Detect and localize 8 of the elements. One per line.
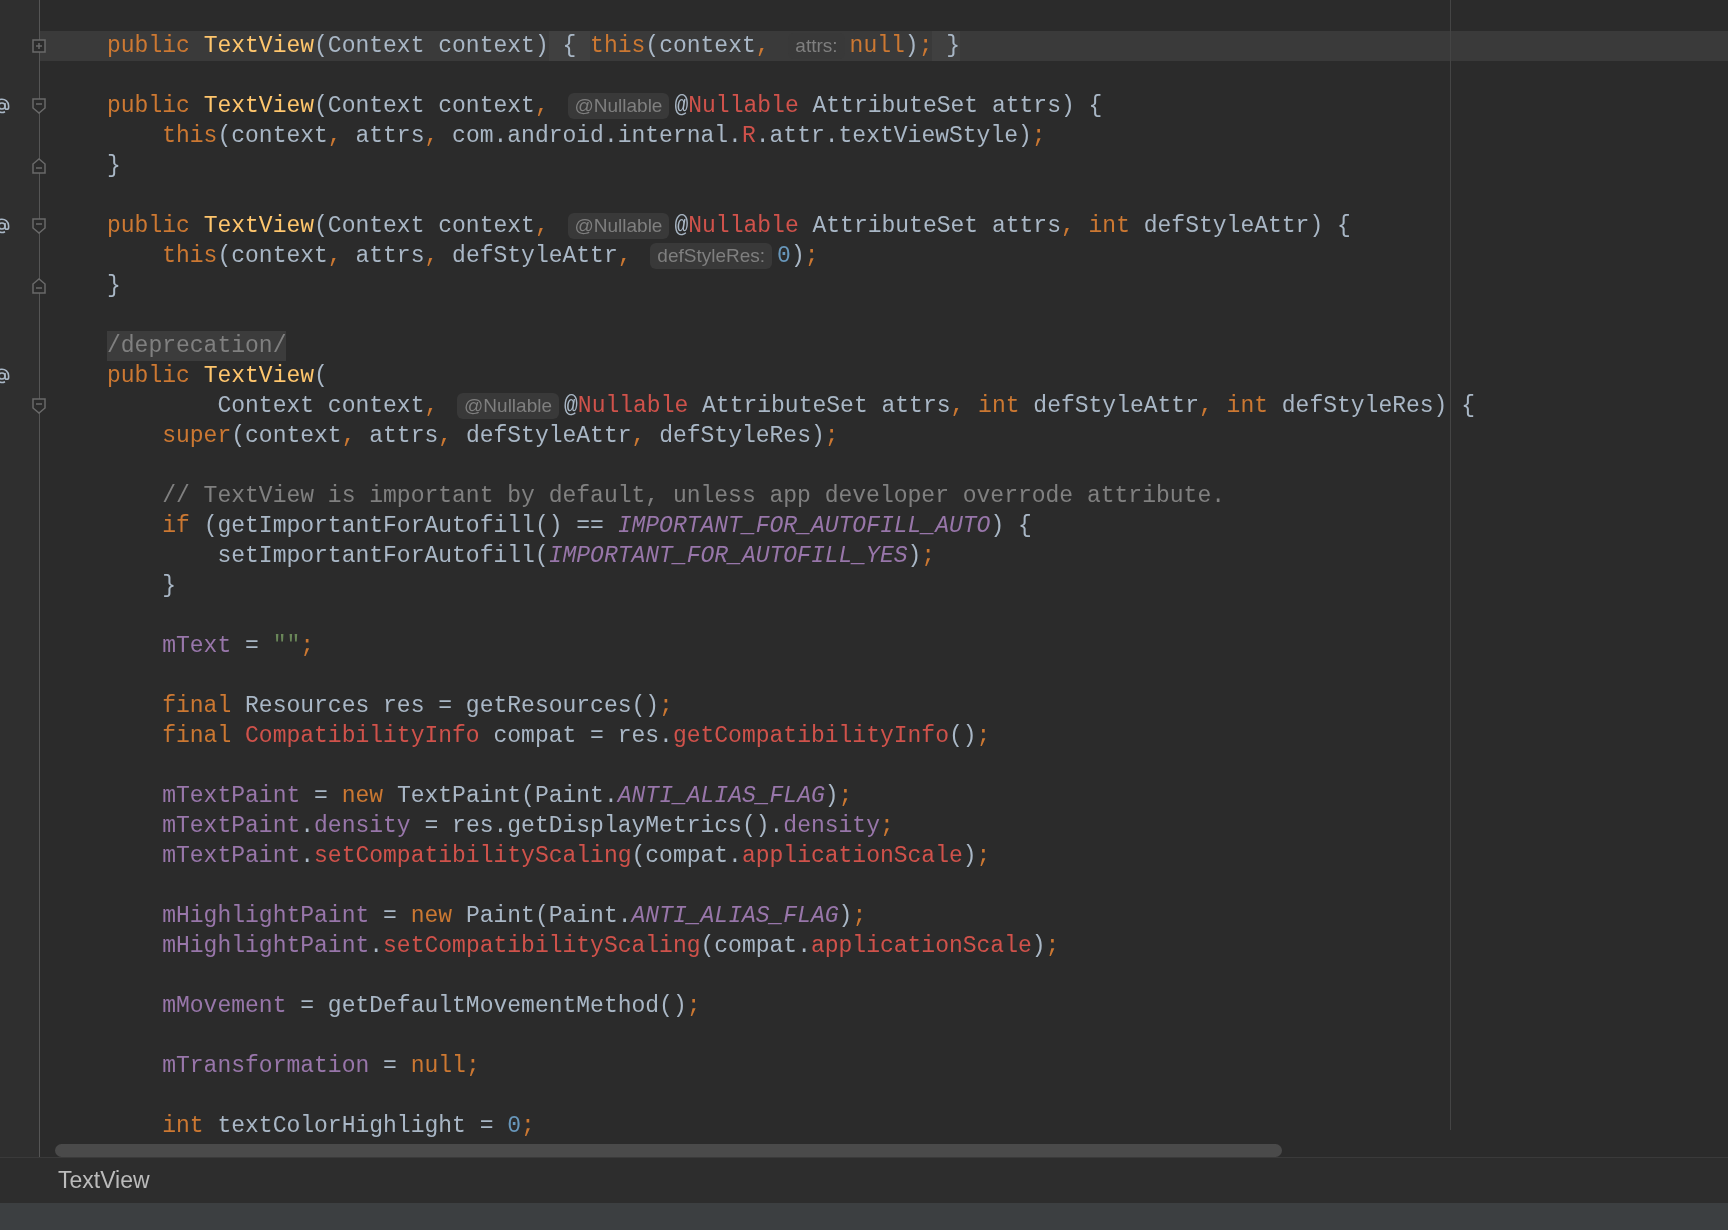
fold-start-icon[interactable] (31, 398, 47, 414)
fold-end-icon[interactable] (31, 278, 47, 294)
fold-start-icon[interactable] (31, 98, 47, 114)
fold-end-icon[interactable] (31, 158, 47, 174)
breadcrumb[interactable]: TextView (58, 1163, 150, 1198)
fold-start-icon[interactable] (31, 218, 47, 234)
fold-plus-icon[interactable] (31, 38, 47, 54)
scrollbar-thumb[interactable] (55, 1143, 1282, 1157)
